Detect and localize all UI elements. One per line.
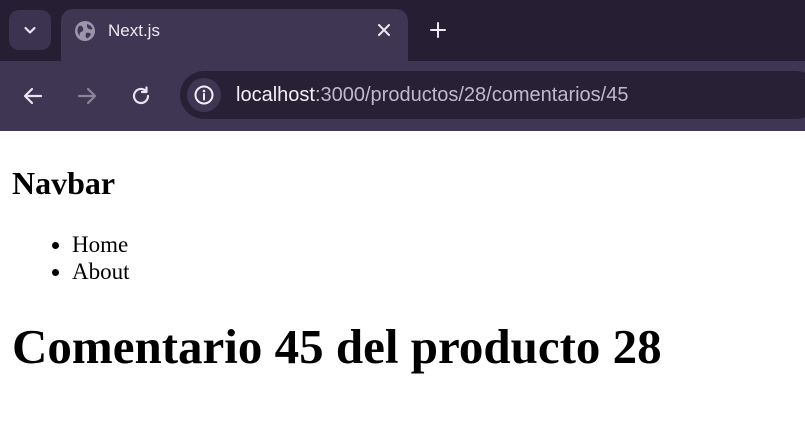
address-bar[interactable]: localhost:3000/productos/28/comentarios/… xyxy=(180,71,805,119)
url-host: localhost xyxy=(236,84,315,106)
back-button[interactable] xyxy=(18,81,48,111)
globe-icon xyxy=(75,21,95,41)
active-tab[interactable]: Next.js xyxy=(61,9,408,61)
nav-item-about[interactable]: About xyxy=(72,258,130,285)
new-tab-button[interactable] xyxy=(424,16,452,44)
browser-toolbar: localhost:3000/productos/28/comentarios/… xyxy=(0,61,805,131)
url-path: :3000/productos/28/comentarios/45 xyxy=(314,84,629,106)
plus-icon xyxy=(430,22,446,38)
url-text[interactable]: localhost:3000/productos/28/comentarios/… xyxy=(236,82,628,108)
reload-button[interactable] xyxy=(126,81,156,111)
page-title: Comentario 45 del producto 28 xyxy=(12,319,662,374)
navbar-heading: Navbar xyxy=(12,165,116,201)
tab-close-button[interactable] xyxy=(373,19,395,41)
tab-strip: Next.js xyxy=(0,0,805,61)
tab-title: Next.js xyxy=(108,21,160,40)
site-info-button[interactable] xyxy=(187,78,221,112)
info-icon xyxy=(194,85,214,105)
nav-list: Home About xyxy=(32,231,130,285)
forward-button[interactable] xyxy=(72,81,102,111)
nav-item-home[interactable]: Home xyxy=(72,231,130,258)
arrow-right-icon xyxy=(77,87,97,105)
tab-search-button[interactable] xyxy=(9,10,51,50)
close-icon xyxy=(378,24,390,36)
reload-icon xyxy=(132,86,150,105)
page-content: Navbar Home About Comentario 45 del prod… xyxy=(0,131,805,435)
chevron-down-icon xyxy=(24,26,36,34)
arrow-left-icon xyxy=(23,87,43,105)
